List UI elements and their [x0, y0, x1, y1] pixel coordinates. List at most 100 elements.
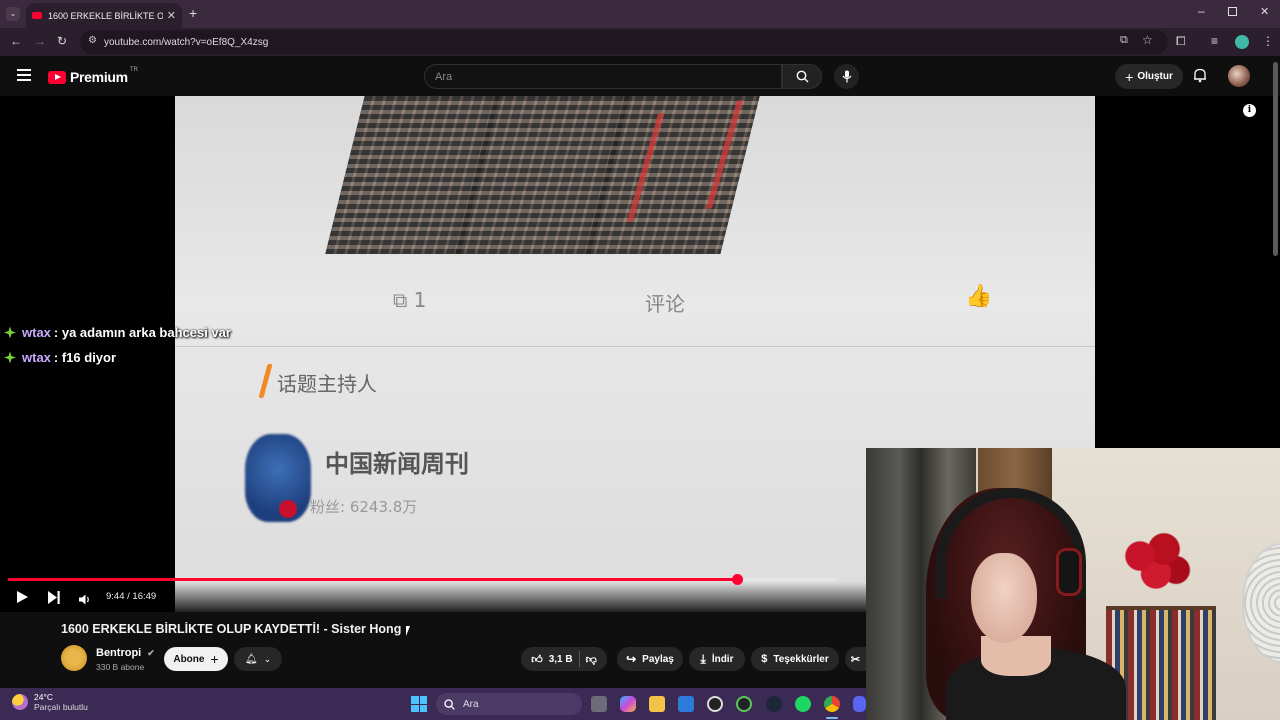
forward-icon[interactable]: →	[34, 34, 46, 48]
browser-tab-strip: ⌄ 1600 ERKEKLE BİRLİKTE OLUP KAYDETTİ! -…	[0, 0, 1280, 28]
url-text: youtube.com/watch?v=oEf8Q_X4zsg	[104, 36, 269, 48]
back-icon[interactable]: ←	[10, 34, 22, 48]
channel-avatar[interactable]	[61, 645, 87, 671]
tab-search-button[interactable]: ⌄	[6, 7, 20, 21]
search-input[interactable]	[425, 65, 781, 88]
subscriber-count: 330 B abone	[96, 662, 145, 672]
video-divider	[175, 346, 1095, 347]
xbox-icon[interactable]	[736, 696, 752, 712]
spotify-icon[interactable]	[795, 696, 811, 712]
create-label: Oluştur	[1137, 71, 1173, 82]
user-avatar[interactable]	[1228, 65, 1250, 87]
webcam-overlay	[866, 448, 1280, 720]
discord-icon[interactable]	[853, 696, 866, 712]
app-icon[interactable]	[707, 696, 723, 712]
like-divider	[578, 651, 580, 667]
chat-message: wtax : f16 diyor	[4, 350, 116, 365]
info-icon[interactable]: i	[1243, 104, 1256, 117]
share-button[interactable]: ↪ Paylaş	[617, 647, 683, 671]
windows-taskbar: 24°C Parçalı bulutlu Ara	[0, 688, 866, 720]
install-app-icon[interactable]: ⧉	[1120, 34, 1128, 47]
youtube-header: Premium TR + Oluştur	[0, 56, 1280, 96]
search-button[interactable]	[782, 64, 822, 89]
browser-menu-icon[interactable]: ⋮	[1262, 34, 1274, 48]
clip-button[interactable]: ✂	[845, 647, 866, 671]
like-button[interactable]: 👍︎ 3,1 B	[531, 653, 572, 666]
progress-scrubber[interactable]	[731, 574, 743, 585]
browser-toolbar: ← → ↻ ⚙ youtube.com/watch?v=oEf8Q_X4zsg …	[0, 28, 1280, 56]
thanks-label: Teşekkürler	[773, 653, 829, 665]
close-tab-icon[interactable]: ✕	[167, 9, 176, 22]
plus-icon: +	[210, 651, 219, 667]
create-button[interactable]: + Oluştur	[1115, 64, 1183, 89]
video-source-text: 中国新闻周刊	[325, 450, 469, 478]
subscribe-button[interactable]: Abone +	[164, 647, 228, 671]
search-icon	[796, 70, 808, 83]
video-title: 1600 ERKEKLE BİRLİKTE OLUP KAYDETTİ! - S…	[61, 622, 402, 636]
bookmark-star-icon[interactable]: ☆	[1142, 33, 1153, 47]
logo-region: TR	[129, 67, 138, 73]
video-orange-bar	[258, 364, 273, 398]
steam-icon[interactable]	[766, 696, 782, 712]
video-news-logo	[245, 434, 311, 522]
site-info-icon[interactable]: ⚙	[88, 35, 97, 46]
copilot-icon[interactable]	[620, 696, 636, 712]
plus-icon: +	[1125, 68, 1134, 85]
bell-icon: 🔔︎	[244, 653, 258, 665]
video-host-text: 话题主持人	[277, 372, 377, 396]
youtube-premium-logo[interactable]: Premium TR	[48, 67, 138, 85]
notifications-bell-icon[interactable]	[1193, 68, 1207, 88]
tab-title: 1600 ERKEKLE BİRLİKTE OLUP KAYDETTİ! - S…	[48, 10, 163, 21]
extensions-icon[interactable]: ⧠	[1176, 34, 1186, 49]
taskbar-search-label: Ara	[463, 698, 479, 710]
voice-search-button[interactable]	[834, 64, 859, 89]
media-controls-icon[interactable]: ≡	[1211, 34, 1218, 48]
download-button[interactable]: ⤓ İndir	[689, 647, 745, 671]
thumbs-up-icon: 👍︎	[531, 653, 543, 666]
notification-settings-button[interactable]: 🔔︎ ⌄	[234, 647, 282, 671]
next-icon[interactable]	[48, 591, 60, 609]
chat-badge-icon	[4, 326, 16, 339]
webcam-flowers	[1116, 528, 1196, 598]
video-share-text: ⧉ 1	[393, 288, 427, 312]
task-view-icon[interactable]	[591, 696, 607, 712]
windows-start-icon[interactable]	[411, 696, 427, 712]
taskbar-search[interactable]: Ara	[436, 693, 582, 715]
video-followers-text: 粉丝: 6243.8万	[310, 498, 418, 516]
video-like-icon: 👍	[965, 284, 993, 309]
share-label: Paylaş	[642, 653, 674, 665]
restore-button[interactable]	[1228, 7, 1237, 16]
progress-bar[interactable]	[8, 574, 836, 585]
share-icon: ↪	[626, 652, 637, 666]
chat-badge-icon	[4, 351, 16, 364]
new-tab-button[interactable]: +	[189, 5, 197, 21]
address-bar[interactable]: ⚙ youtube.com/watch?v=oEf8Q_X4zsg ⧉ ☆	[80, 30, 1168, 54]
play-icon[interactable]	[17, 591, 28, 603]
file-explorer-icon[interactable]	[649, 696, 665, 712]
logo-text: Premium	[70, 69, 128, 85]
video-comment-text: 评论	[645, 292, 685, 316]
store-icon[interactable]	[678, 696, 694, 712]
dislike-button[interactable]: 👎︎	[586, 653, 597, 666]
channel-name[interactable]: Bentropi ✔	[96, 647, 155, 659]
webcam-headset-ear	[1056, 548, 1082, 596]
volume-icon[interactable]	[79, 592, 91, 610]
scrollbar[interactable]	[1273, 62, 1278, 256]
weather-widget[interactable]: 24°C Parçalı bulutlu	[12, 692, 88, 712]
scissors-icon: ✂	[850, 653, 861, 666]
browser-tab[interactable]: 1600 ERKEKLE BİRLİKTE OLUP KAYDETTİ! - S…	[26, 3, 182, 28]
close-window-button[interactable]: ✕	[1260, 5, 1269, 18]
chat-text: : ya adamın arka bahcesi var	[53, 325, 231, 340]
chrome-icon[interactable]	[824, 696, 840, 712]
profile-avatar-icon[interactable]	[1235, 35, 1249, 49]
thanks-icon: $	[761, 653, 768, 665]
search-box	[424, 64, 782, 89]
youtube-favicon-icon	[32, 12, 42, 19]
reload-icon[interactable]: ↻	[57, 34, 67, 48]
hamburger-menu-icon[interactable]	[17, 69, 31, 81]
time-display: 9:44 / 16:49	[106, 591, 157, 602]
thanks-button[interactable]: $ Teşekkürler	[751, 647, 839, 671]
video-verified-badge	[279, 500, 297, 518]
minimize-button[interactable]: –	[1198, 4, 1205, 18]
like-count: 3,1 B	[548, 653, 573, 665]
